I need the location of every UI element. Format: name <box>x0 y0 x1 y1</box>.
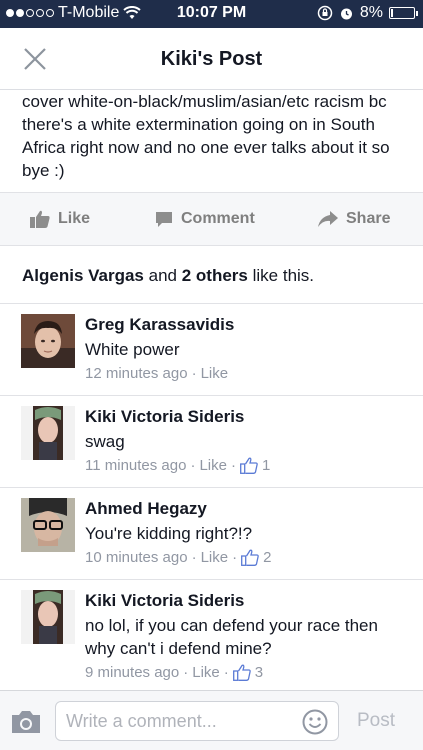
camera-icon[interactable] <box>10 709 42 735</box>
comment-item: Ahmed Hegazy You're kidding right?!? 10 … <box>0 488 423 580</box>
post-button[interactable]: Post <box>357 710 395 732</box>
comment-timestamp: 12 minutes ago <box>85 365 188 382</box>
avatar[interactable] <box>21 498 75 552</box>
comment-text: no lol, if you can defend your race then… <box>85 616 378 658</box>
like-count-value: 1 <box>262 457 271 474</box>
speech-bubble-icon <box>156 211 172 227</box>
comment-text: swag <box>85 432 125 451</box>
thumbs-up-icon <box>30 210 50 228</box>
comment-input-container <box>55 701 339 741</box>
likes-others[interactable]: 2 others <box>182 266 248 285</box>
comment-like-button[interactable]: Like <box>199 457 227 474</box>
status-right-group: 8% <box>317 4 418 22</box>
comment-like-count[interactable]: 1 <box>240 457 270 474</box>
meta-separator: · <box>191 549 197 566</box>
status-bar: T-Mobile 10:07 PM 8% <box>0 0 423 28</box>
comment-item: Kiki Victoria Sideris no lol, if you can… <box>0 580 423 690</box>
share-arrow-icon <box>318 211 338 227</box>
meta-separator: · <box>183 664 189 681</box>
comment-author[interactable]: Ahmed Hegazy <box>85 498 405 520</box>
comment-like-button[interactable]: Like <box>201 365 229 382</box>
meta-separator: · <box>231 457 236 474</box>
comment-item: Kiki Victoria Sideris swag 11 minutes ag… <box>0 396 423 488</box>
rotation-lock-icon <box>317 5 333 21</box>
comment-like-count[interactable]: 2 <box>241 549 271 566</box>
emoji-icon[interactable] <box>302 709 328 735</box>
meta-separator: · <box>191 365 197 382</box>
share-label: Share <box>346 210 391 227</box>
comment-timestamp: 10 minutes ago <box>85 549 188 566</box>
comment-composer: Post <box>0 690 423 750</box>
comment-item: Greg Karassavidis White power 12 minutes… <box>0 304 423 396</box>
comment-like-count[interactable]: 3 <box>232 664 264 681</box>
comment-text: White power <box>85 340 180 359</box>
battery-percent: 8% <box>359 4 383 21</box>
battery-icon <box>389 7 418 19</box>
comment-timestamp: 11 minutes ago <box>85 457 187 474</box>
comment-text: You're kidding right?!? <box>85 524 253 543</box>
likes-suffix: like this. <box>252 266 315 285</box>
likes-and: and <box>148 266 177 285</box>
post-text: cover white-on-black/muslim/asian/etc ra… <box>22 92 390 180</box>
page-title: Kiki's Post <box>160 48 263 70</box>
post-action-bar: Like Comment Share <box>0 192 423 246</box>
comment-author[interactable]: Greg Karassavidis <box>85 314 405 336</box>
like-button[interactable]: Like <box>30 210 90 228</box>
like-count-value: 3 <box>254 664 264 681</box>
comment-input[interactable] <box>66 709 296 733</box>
liker-name[interactable]: Algenis Vargas <box>22 266 144 285</box>
avatar[interactable] <box>21 590 75 644</box>
thumbs-up-outline-icon <box>240 457 258 474</box>
avatar[interactable] <box>21 406 75 460</box>
post-header: Kiki's Post <box>0 28 423 90</box>
like-label: Like <box>58 210 91 227</box>
thumbs-up-outline-icon <box>232 664 251 681</box>
comment-author[interactable]: Kiki Victoria Sideris <box>85 590 405 612</box>
likes-summary[interactable]: Algenis Vargas and 2 others like this. <box>0 246 423 304</box>
comment-like-button[interactable]: Like <box>201 549 229 566</box>
meta-separator: · <box>223 664 229 681</box>
comment-like-button[interactable]: Like <box>192 664 220 681</box>
meta-separator: · <box>232 549 238 566</box>
comment-timestamp: 9 minutes ago <box>85 664 180 681</box>
comment-label: Comment <box>181 210 255 227</box>
meta-separator: · <box>190 457 196 474</box>
alarm-clock-icon <box>340 8 352 19</box>
thumbs-up-outline-icon <box>241 549 259 566</box>
share-button[interactable]: Share <box>318 210 390 228</box>
avatar[interactable] <box>21 314 75 368</box>
comment-button[interactable]: Comment <box>155 210 255 228</box>
battery-fill <box>391 9 393 17</box>
like-count-value: 2 <box>263 549 272 566</box>
comment-author[interactable]: Kiki Victoria Sideris <box>85 406 405 428</box>
